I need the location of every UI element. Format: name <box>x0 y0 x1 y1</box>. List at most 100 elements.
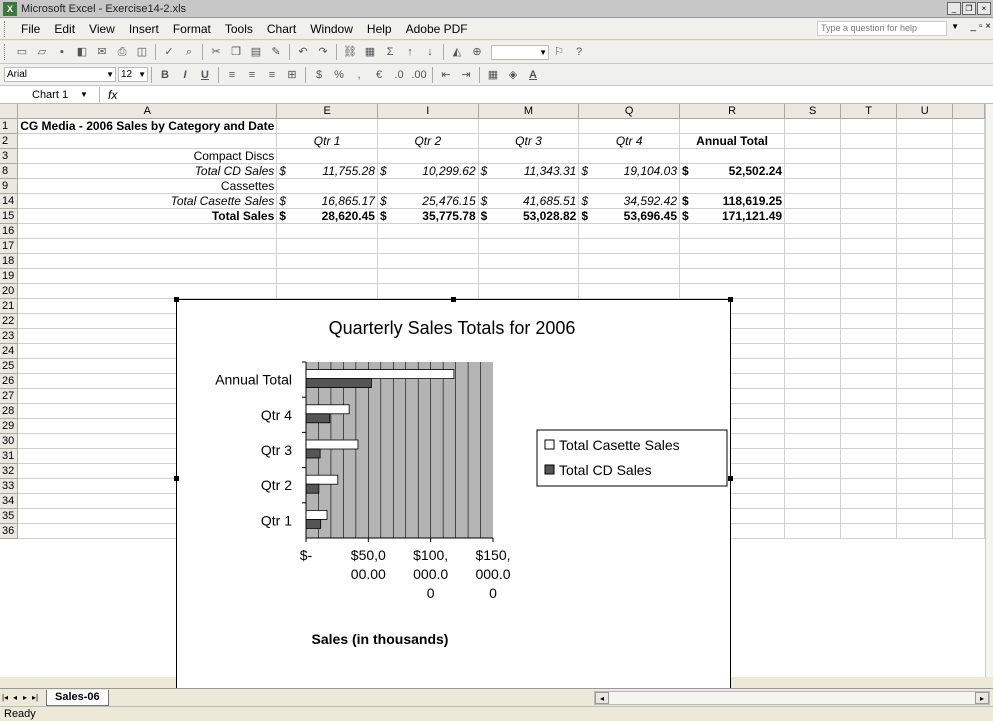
row-header[interactable]: 31 <box>0 448 19 464</box>
column-header-s[interactable]: S <box>784 104 842 119</box>
cell[interactable] <box>478 118 580 134</box>
cell[interactable] <box>578 178 681 194</box>
menu-chart[interactable]: Chart <box>260 22 303 36</box>
cell[interactable] <box>478 223 580 239</box>
sheet-title-cell[interactable]: CG Media - 2006 Sales by Category and Da… <box>17 118 278 134</box>
scroll-right-icon[interactable]: ▸ <box>975 692 989 704</box>
row-header[interactable]: 35 <box>0 508 19 524</box>
cell[interactable] <box>952 478 985 494</box>
cell[interactable] <box>840 523 898 539</box>
cassettes-label[interactable]: Cassettes <box>17 178 278 194</box>
cell[interactable] <box>896 298 954 314</box>
cell[interactable] <box>679 223 786 239</box>
cell[interactable] <box>896 493 954 509</box>
total-qtr3-cell[interactable]: $53,028.82 <box>478 208 580 224</box>
cell[interactable] <box>784 433 842 449</box>
bar-casette-qtr-4[interactable] <box>305 404 350 415</box>
cell[interactable] <box>952 133 985 149</box>
first-sheet-icon[interactable]: |◂ <box>0 693 10 702</box>
cell[interactable] <box>952 343 985 359</box>
cell[interactable] <box>578 253 681 269</box>
resize-handle[interactable] <box>451 297 456 302</box>
fill-color-icon[interactable]: ◈ <box>504 67 522 83</box>
cell[interactable] <box>896 208 954 224</box>
column-header-a[interactable]: A <box>17 104 278 119</box>
header-qtr1[interactable]: Qtr 1 <box>276 133 378 149</box>
x-axis-title[interactable]: Sales (in thousands) <box>312 631 449 647</box>
help-search-input[interactable]: Type a question for help <box>817 21 947 36</box>
align-center-icon[interactable]: ≡ <box>243 67 261 83</box>
cell[interactable] <box>840 403 898 419</box>
total-qtr4-cell[interactable]: $53,696.45 <box>578 208 681 224</box>
cell[interactable] <box>840 448 898 464</box>
cell[interactable] <box>276 268 378 284</box>
embedded-chart[interactable]: Quarterly Sales Totals for 2006 Qtr 1 Qtr… <box>174 297 733 695</box>
cell[interactable] <box>952 493 985 509</box>
bar-casette-qtr-1[interactable] <box>305 509 328 520</box>
cell[interactable] <box>840 193 898 209</box>
comma-icon[interactable]: , <box>350 67 368 83</box>
cell[interactable] <box>784 343 842 359</box>
row-header[interactable]: 9 <box>0 178 19 194</box>
cell[interactable] <box>377 283 479 299</box>
cell[interactable] <box>276 283 378 299</box>
cd-qtr3-cell[interactable]: $11,343.31 <box>478 163 580 179</box>
cell[interactable] <box>784 478 842 494</box>
column-header-e[interactable]: E <box>276 104 378 119</box>
cell[interactable] <box>679 253 786 269</box>
new-document-icon[interactable]: ▭ <box>13 44 31 60</box>
column-header-m[interactable]: M <box>478 104 580 119</box>
chart-canvas[interactable]: Quarterly Sales Totals for 2006 Qtr 1 Qtr… <box>177 300 730 692</box>
cell[interactable] <box>478 178 580 194</box>
row-header[interactable]: 23 <box>0 328 19 344</box>
cell[interactable] <box>784 403 842 419</box>
bar-cd-annual-total[interactable] <box>305 378 372 388</box>
cell[interactable] <box>952 463 985 479</box>
function-icon[interactable]: fx <box>108 88 117 102</box>
total-qtr1-cell[interactable]: $28,620.45 <box>276 208 378 224</box>
cell[interactable] <box>784 178 842 194</box>
row-header[interactable]: 2 <box>0 133 19 149</box>
bar-casette-annual-total[interactable] <box>305 369 455 379</box>
cell[interactable] <box>952 313 985 329</box>
cell[interactable] <box>276 253 378 269</box>
cell[interactable] <box>840 463 898 479</box>
borders-icon[interactable]: ▦ <box>484 67 502 83</box>
percent-icon[interactable]: % <box>330 67 348 83</box>
cell[interactable] <box>896 478 954 494</box>
cell[interactable] <box>578 148 681 164</box>
cell[interactable] <box>17 133 278 149</box>
cell[interactable] <box>17 223 278 239</box>
cell[interactable] <box>840 433 898 449</box>
cell[interactable] <box>679 178 786 194</box>
cell[interactable] <box>478 283 580 299</box>
cell[interactable] <box>377 223 479 239</box>
cell[interactable] <box>896 388 954 404</box>
cell[interactable] <box>679 148 786 164</box>
sort-descending-icon[interactable]: ↓ <box>421 44 439 60</box>
cas-qtr2-cell[interactable]: $25,476.15 <box>377 193 479 209</box>
cell[interactable] <box>17 268 278 284</box>
bar-casette-qtr-3[interactable] <box>305 439 359 450</box>
cd-qtr2-cell[interactable]: $10,299.62 <box>377 163 479 179</box>
resize-handle[interactable] <box>728 476 733 481</box>
resize-handle[interactable] <box>174 476 179 481</box>
cell[interactable] <box>578 118 681 134</box>
cell[interactable] <box>578 283 681 299</box>
cell[interactable] <box>896 253 954 269</box>
merge-center-icon[interactable]: ⊞ <box>283 67 301 83</box>
menu-tools[interactable]: Tools <box>218 22 260 36</box>
cell[interactable] <box>896 343 954 359</box>
row-header[interactable]: 34 <box>0 493 19 509</box>
cell[interactable] <box>952 508 985 524</box>
menu-view[interactable]: View <box>82 22 122 36</box>
cell[interactable] <box>952 148 985 164</box>
chart-title[interactable]: Quarterly Sales Totals for 2006 <box>329 318 576 338</box>
cell[interactable] <box>840 238 898 254</box>
cell[interactable] <box>578 223 681 239</box>
euro-icon[interactable]: € <box>370 67 388 83</box>
cell[interactable] <box>784 493 842 509</box>
copy-icon[interactable]: ❐ <box>227 44 245 60</box>
cell[interactable] <box>896 148 954 164</box>
sheet-tab-sales-06[interactable]: Sales-06 <box>46 689 109 706</box>
